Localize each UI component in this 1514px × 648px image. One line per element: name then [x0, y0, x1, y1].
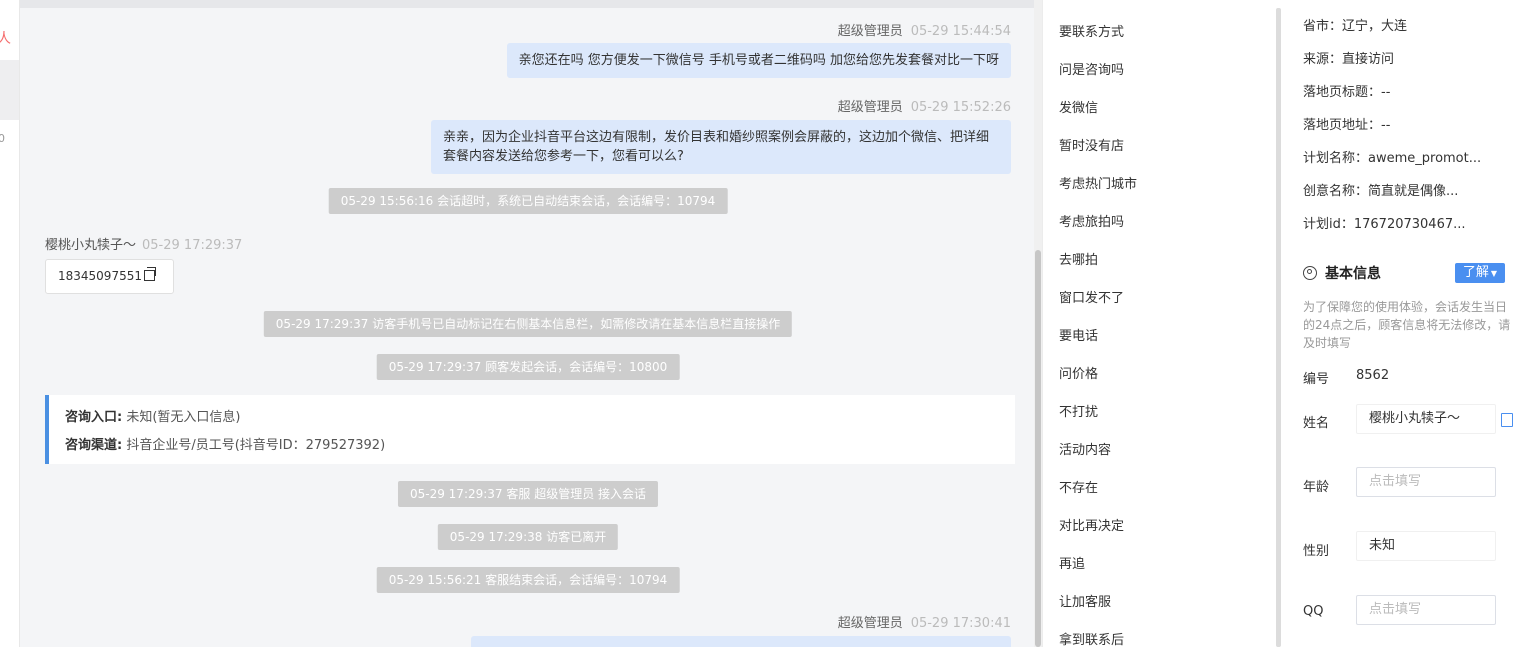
quick-reply-scrollbar[interactable] — [1276, 8, 1281, 647]
message-time: 05-29 15:44:54 — [910, 24, 1011, 39]
chat-panel: 超级管理员 05-29 15:44:54 亲您还在吗 您方便发一下微信号 手机号或… — [20, 0, 1042, 647]
quick-reply-item[interactable]: 要联系方式 — [1059, 21, 1124, 40]
visitor-meta: 樱桃小丸犊子～ 05-29 17:29:37 — [45, 234, 242, 253]
info-plan-id: 计划id：176720730467... — [1303, 217, 1466, 232]
chat-scrollbar-thumb[interactable] — [1035, 250, 1041, 647]
quick-reply-item[interactable]: 活动内容 — [1059, 439, 1111, 458]
agent-message-bubble — [471, 636, 1011, 647]
session-tab-count: 0 — [0, 132, 5, 145]
info-source: 来源：直接访问 — [1303, 52, 1395, 67]
quick-reply-item[interactable]: 不存在 — [1059, 477, 1098, 496]
sender-name: 超级管理员 — [837, 616, 903, 631]
copy-icon[interactable] — [1501, 413, 1513, 427]
gender-label: 性别 — [1303, 544, 1330, 559]
info-landing-url: 落地页地址：-- — [1303, 118, 1391, 133]
info-province: 省市：辽宁，大连 — [1303, 19, 1408, 34]
message-time: 05-29 17:30:41 — [910, 616, 1011, 631]
agent-message-bubble: 亲亲，因为企业抖音平台这边有限制，发价目表和婚纱照案例会屏蔽的，这边加个微信、把… — [431, 120, 1011, 174]
message-text-line: 亲亲，因为企业抖音平台这边有限制，发价目表和婚纱照案例会屏蔽的，这边加个微信、把… — [443, 130, 990, 145]
message-time: 05-29 17:29:37 — [142, 238, 243, 253]
basic-info-heading: 基本信息 — [1303, 263, 1381, 283]
quick-reply-item[interactable]: 发微信 — [1059, 97, 1098, 116]
message-meta: 超级管理员 05-29 15:52:26 — [838, 96, 1011, 115]
system-notice: 05-29 17:29:37 客服 超级管理员 接入会话 — [397, 481, 659, 507]
gender-value: 未知 — [1369, 538, 1396, 553]
know-more-label: 了解 — [1462, 265, 1489, 280]
consult-channel-label: 咨询渠道: — [65, 438, 123, 453]
age-placeholder: 点击填写 — [1369, 474, 1422, 489]
message-text: 亲您还在吗 您方便发一下微信号 手机号或者二维码吗 加您给您先发套餐对比一下呀 — [518, 53, 999, 68]
system-notice: 05-29 17:29:38 访客已离开 — [437, 524, 619, 550]
qq-label: QQ — [1303, 604, 1324, 619]
quick-reply-list: 要联系方式 问是咨询吗 发微信 暂时没有店 考虑热门城市 考虑旅拍吗 去哪拍 窗… — [1043, 0, 1276, 648]
message-meta: 超级管理员 05-29 15:44:54 — [838, 20, 1011, 39]
consult-entry-value: 未知(暂无入口信息) — [126, 410, 241, 425]
quick-reply-item[interactable]: 对比再决定 — [1059, 515, 1124, 534]
info-landing-title: 落地页标题：-- — [1303, 85, 1391, 100]
session-tab-mark: 人 — [0, 31, 11, 47]
quick-reply-item[interactable]: 再追 — [1059, 553, 1085, 572]
id-label: 编号 — [1303, 372, 1330, 387]
basic-info-title: 基本信息 — [1325, 266, 1381, 282]
system-notice: 05-29 17:29:37 访客手机号已自动标记在右侧基本信息栏，如需修改请在… — [263, 311, 793, 337]
visitor-phone: 18345097551 — [58, 269, 142, 283]
system-notice: 05-29 15:56:16 会话超时，系统已自动结束会话，会话编号：10794 — [328, 188, 728, 214]
id-value: 8562 — [1356, 368, 1390, 383]
quick-reply-item[interactable]: 不打扰 — [1059, 401, 1098, 420]
quick-reply-item[interactable]: 拿到联系后 — [1059, 629, 1124, 648]
qq-placeholder: 点击填写 — [1369, 602, 1422, 617]
name-value: 樱桃小丸犊子～ — [1369, 411, 1461, 426]
qq-field[interactable]: 点击填写 — [1356, 595, 1496, 625]
message-text-line: 套餐内容发送给您参考一下，您看可以么? — [443, 149, 684, 164]
edit-tip: 为了保障您的使用体验，会话发生当日的24点之后，顾客信息将无法修改，请及时填写 — [1303, 300, 1511, 350]
quick-reply-item[interactable]: 去哪拍 — [1059, 249, 1098, 268]
sender-name: 超级管理员 — [837, 24, 903, 39]
quick-reply-item[interactable]: 问价格 — [1059, 363, 1098, 382]
chat-scrollbar[interactable] — [1034, 0, 1042, 647]
visitor-phone-bubble: 18345097551 — [45, 259, 174, 294]
quick-reply-item[interactable]: 考虑热门城市 — [1059, 173, 1137, 192]
quick-reply-item[interactable]: 要电话 — [1059, 325, 1098, 344]
message-time: 05-29 15:52:26 — [910, 100, 1011, 115]
quick-reply-item[interactable]: 问是咨询吗 — [1059, 59, 1124, 78]
consult-channel-row: 咨询渠道: 抖音企业号/员工号(抖音号ID：279527392) — [65, 434, 385, 453]
system-notice: 05-29 15:56:21 客服结束会话，会话编号：10794 — [376, 567, 680, 593]
quick-reply-item[interactable]: 暂时没有店 — [1059, 135, 1124, 154]
age-label: 年龄 — [1303, 480, 1330, 495]
name-label: 姓名 — [1303, 416, 1330, 431]
agent-message-bubble: 亲您还在吗 您方便发一下微信号 手机号或者二维码吗 加您给您先发套餐对比一下呀 — [506, 43, 1011, 78]
copy-icon[interactable] — [143, 267, 156, 281]
quick-reply-item[interactable]: 窗口发不了 — [1059, 287, 1124, 306]
info-plan-name: 计划名称：aweme_promot... — [1303, 151, 1482, 166]
consult-entry-row: 咨询入口: 未知(暂无入口信息) — [65, 406, 241, 425]
caret-down-icon: ▼ — [1490, 269, 1498, 278]
system-notice: 05-29 17:29:37 顾客发起会话，会话编号：10800 — [376, 354, 680, 380]
session-tab-active[interactable]: 人 — [0, 0, 19, 60]
consult-info-card: 咨询入口: 未知(暂无入口信息) 咨询渠道: 抖音企业号/员工号(抖音号ID：2… — [45, 395, 1015, 464]
age-field[interactable]: 点击填写 — [1356, 467, 1496, 497]
session-tab[interactable]: 0 — [0, 60, 19, 145]
left-strip: 人 0 — [0, 0, 20, 647]
message-meta: 超级管理员 05-29 17:30:41 — [838, 612, 1011, 631]
name-field[interactable]: 樱桃小丸犊子～ — [1356, 404, 1496, 434]
consult-channel-value: 抖音企业号/员工号(抖音号ID：279527392) — [126, 438, 386, 453]
sender-name: 超级管理员 — [837, 100, 903, 115]
info-creative-name: 创意名称：简直就是偶像... — [1303, 184, 1459, 199]
customer-info-panel: 省市：辽宁，大连 来源：直接访问 落地页标题：-- 落地页地址：-- 计划名称：… — [1283, 0, 1514, 647]
know-more-button[interactable]: 了解 ▼ — [1455, 263, 1505, 283]
chat-top-bar — [20, 0, 1036, 8]
gender-field[interactable]: 未知 — [1356, 531, 1496, 561]
user-circle-icon — [1303, 266, 1317, 280]
visitor-name: 樱桃小丸犊子～ — [45, 238, 137, 253]
quick-reply-item[interactable]: 考虑旅拍吗 — [1059, 211, 1124, 230]
quick-reply-item[interactable]: 让加客服 — [1059, 591, 1111, 610]
consult-entry-label: 咨询入口: — [65, 410, 123, 425]
